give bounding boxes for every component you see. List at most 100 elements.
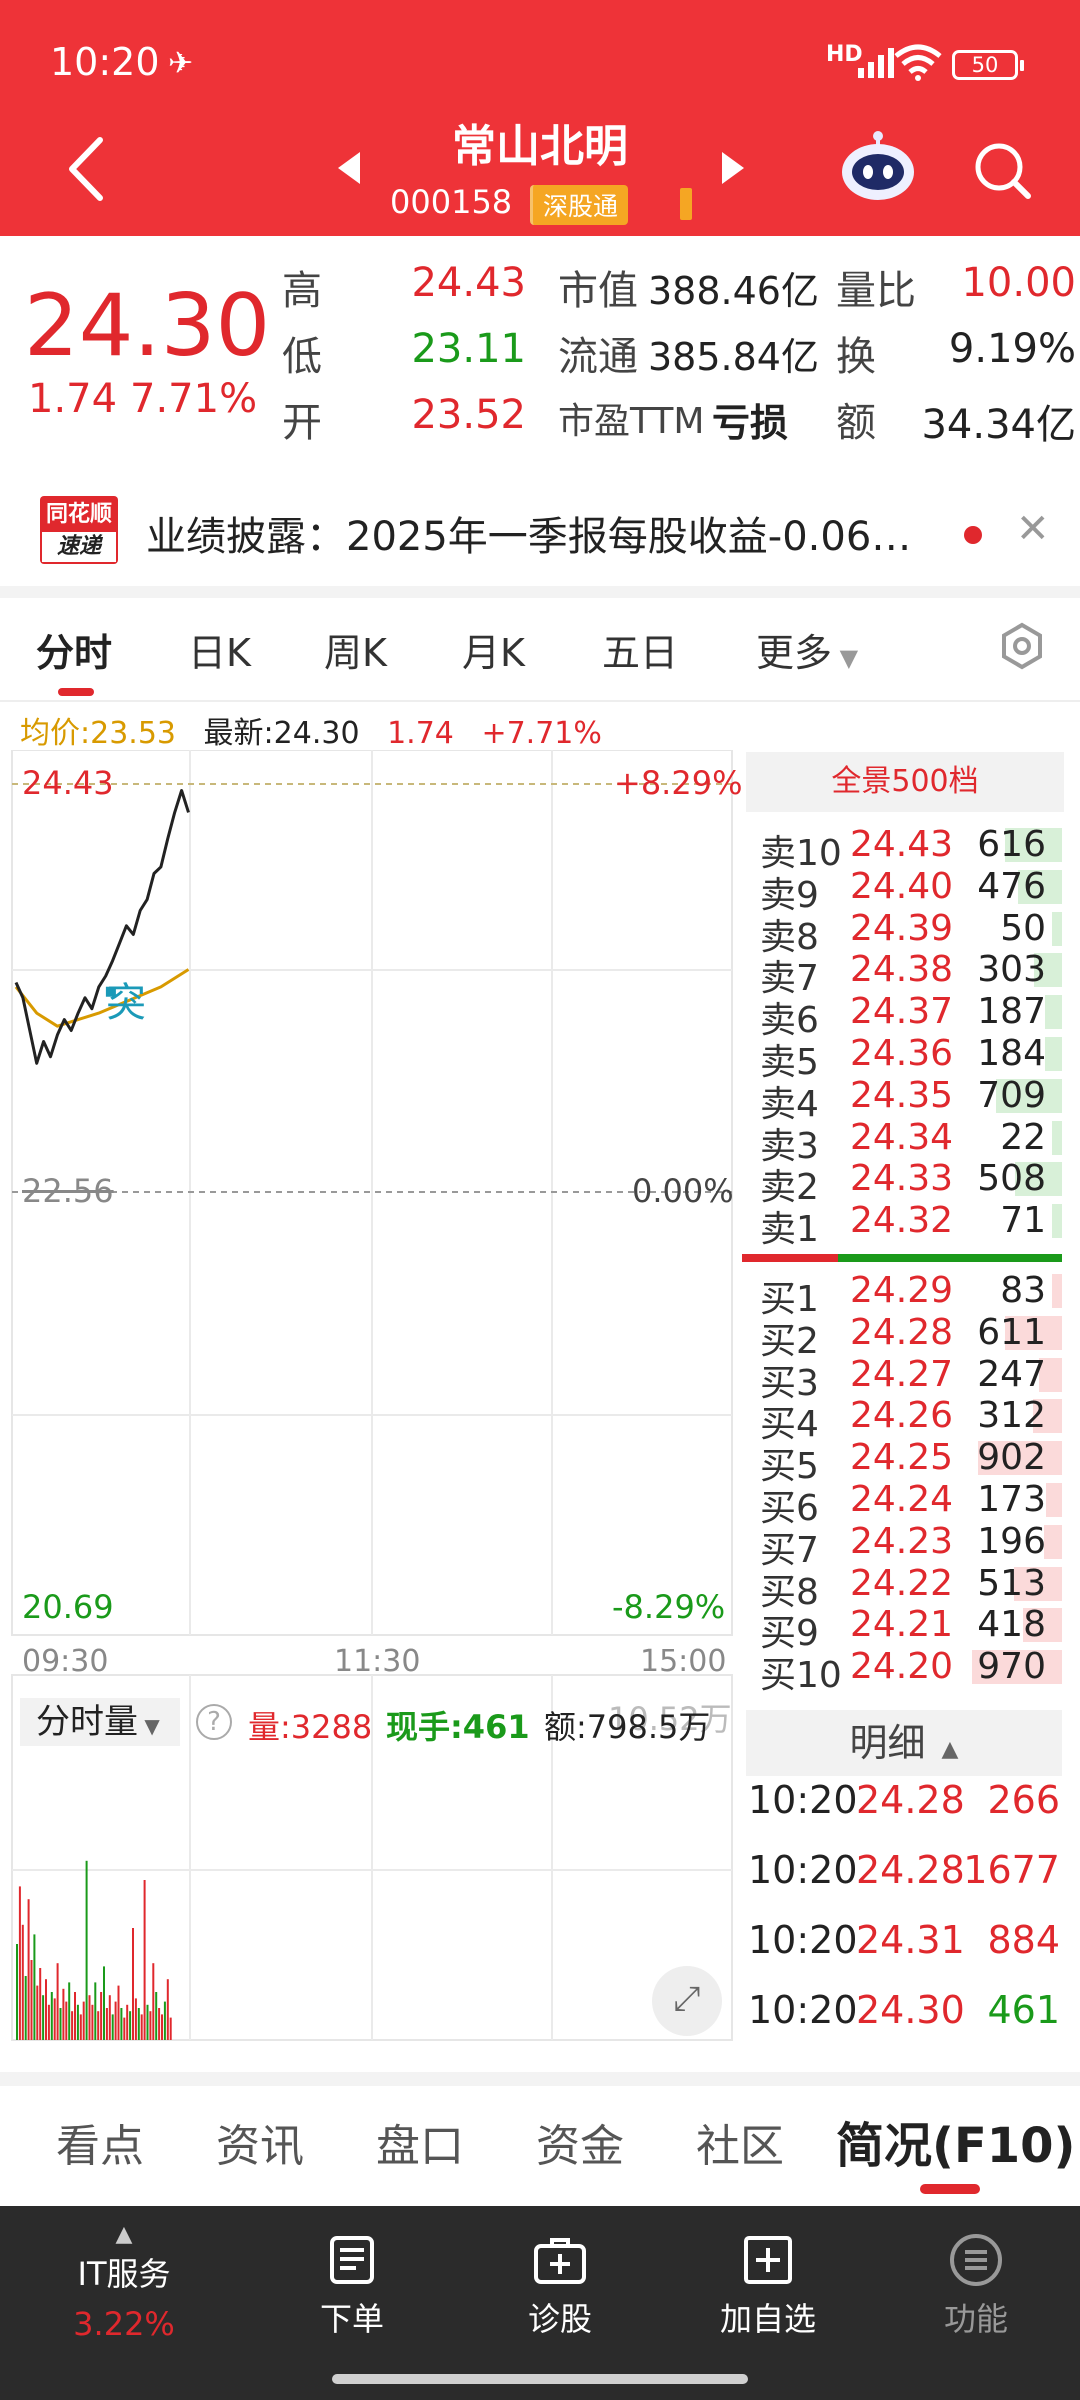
buy-level-1[interactable]: 买1 24.29 83	[742, 1270, 1062, 1320]
tab-weekly-k[interactable]: 周K	[324, 622, 387, 677]
intraday-stats: 均价:23.53 最新:24.30 1.74 +7.71%	[20, 708, 620, 752]
level-price: 24.23	[850, 1520, 954, 1562]
turnover-value: 9.19%	[948, 326, 1076, 372]
level-price: 24.27	[850, 1353, 954, 1395]
sell-level-6[interactable]: 卖5 24.36 184	[742, 1033, 1062, 1083]
sell-level-2[interactable]: 卖9 24.40 476	[742, 866, 1062, 916]
level-price: 24.32	[850, 1200, 954, 1242]
help-icon[interactable]: ?	[196, 1704, 232, 1740]
volume-bar	[47, 2004, 50, 2040]
buy-level-4[interactable]: 买4 24.26 312	[742, 1395, 1062, 1445]
tab-handicap[interactable]: 盘口	[376, 2110, 464, 2174]
settings-icon[interactable]	[998, 622, 1046, 670]
vol-ratio-value: 10.00	[961, 260, 1076, 306]
tab-five-day[interactable]: 五日	[602, 622, 678, 677]
level-price: 24.22	[850, 1562, 954, 1604]
volume-bar	[100, 1992, 103, 2040]
level-price: 24.24	[850, 1479, 954, 1520]
low-value: 23.11	[411, 326, 526, 372]
volume-bar	[126, 2004, 129, 2040]
sell-level-8[interactable]: 卖3 24.34 22	[742, 1117, 1062, 1167]
tab-monthly-k[interactable]: 月K	[462, 622, 525, 677]
depth-bar	[1045, 995, 1062, 1030]
chart-tabs: 分时 日K 周K 月K 五日 更多 ▼	[0, 600, 1080, 696]
level-price: 24.39	[850, 907, 954, 949]
home-indicator[interactable]	[332, 2374, 748, 2384]
buy-level-10[interactable]: 买10 24.20 970	[742, 1646, 1062, 1696]
level-label: 买10	[760, 1655, 842, 1697]
volume-bar	[50, 1992, 53, 2040]
ai-assistant-icon[interactable]	[838, 128, 918, 204]
tab-more[interactable]: 更多 ▼	[756, 622, 858, 677]
sell-level-7[interactable]: 卖4 24.35 709	[742, 1075, 1062, 1125]
buy-level-7[interactable]: 买7 24.23 196	[742, 1520, 1062, 1571]
sell-level-1[interactable]: 卖10 24.43 616	[742, 824, 1062, 874]
sell-level-5[interactable]: 卖6 24.37 187	[742, 991, 1062, 1041]
trade-volume: 266	[987, 1778, 1060, 1822]
volume-bar	[74, 1992, 76, 2040]
tab-intraday[interactable]: 分时	[36, 622, 112, 677]
bottom-action-bar: ▲ IT服务 3.22% 下单 诊股 加自选 功能	[0, 2206, 1080, 2400]
tab-funds[interactable]: 资金	[536, 2110, 624, 2174]
float-value: 385.84亿	[648, 335, 819, 379]
amount-value: 34.34亿	[921, 402, 1076, 448]
order-button[interactable]: 下单	[272, 2232, 432, 2340]
level-price: 24.29	[850, 1270, 954, 1311]
trade-volume: 461	[987, 1988, 1060, 2032]
sell-level-10[interactable]: 卖1 24.32 71	[742, 1200, 1062, 1250]
volume-bar	[45, 1979, 47, 2040]
volume-bar	[21, 1924, 24, 2040]
search-icon[interactable]	[972, 140, 1032, 200]
badge-tail	[680, 188, 692, 220]
intraday-chart[interactable]	[0, 750, 740, 2050]
volume-selector[interactable]: 分时量 ▼	[20, 1698, 180, 1746]
buy-level-8[interactable]: 买8 24.22 513	[742, 1562, 1062, 1613]
level-volume: 173	[977, 1479, 1046, 1520]
volume-bar	[97, 2011, 100, 2040]
y-tick-right-mid: 0.00%	[632, 1172, 734, 1210]
function-button[interactable]: 功能	[896, 2232, 1056, 2340]
volume-bar	[114, 2001, 117, 2040]
tab-daily-k[interactable]: 日K	[188, 622, 251, 677]
add-watchlist-button[interactable]: 加自选	[688, 2232, 848, 2340]
section-tabs: 看点 资讯 盘口 资金 社区 简况(F10)	[0, 2090, 1080, 2190]
sell-level-9[interactable]: 卖2 24.33 508	[742, 1158, 1062, 1208]
sell-level-4[interactable]: 卖7 24.38 303	[742, 949, 1062, 999]
y-tick-right-bottom: -8.29%	[612, 1588, 726, 1626]
notification-icon: ✈	[168, 46, 194, 81]
volume-bar	[120, 2008, 123, 2040]
volume-bar	[24, 1976, 27, 2040]
tab-highlights[interactable]: 看点	[56, 2110, 144, 2174]
sell-level-3[interactable]: 卖8 24.39 50	[742, 907, 1062, 958]
volume-bar	[143, 1880, 146, 2040]
diagnose-button[interactable]: 诊股	[480, 2232, 640, 2340]
volume-bar	[140, 2014, 143, 2040]
close-icon[interactable]: ✕	[1016, 506, 1050, 552]
volume-bar	[129, 2011, 132, 2040]
depth-bar	[1044, 1524, 1062, 1559]
buy-level-5[interactable]: 买5 24.25 902	[742, 1437, 1062, 1487]
volume-bar	[111, 2014, 114, 2040]
buy-level-2[interactable]: 买2 24.28 611	[742, 1312, 1062, 1362]
stock-name: 常山北明	[452, 121, 628, 172]
fullscreen-icon[interactable]: ⤢	[652, 1966, 722, 2036]
order-book-header[interactable]: 全景500档	[746, 752, 1064, 812]
news-banner[interactable]: 同花顺 速递 业绩披露：2025年一季报每股收益-0.06… ✕	[0, 476, 1080, 586]
level-price: 24.20	[850, 1646, 954, 1688]
volume-bar	[88, 1995, 91, 2040]
level-volume: 970	[977, 1646, 1046, 1688]
trade-detail-header[interactable]: 明细 ▲	[746, 1710, 1062, 1776]
divider	[0, 586, 1080, 598]
breakout-marker[interactable]: 突	[106, 970, 146, 1028]
buy-level-9[interactable]: 买9 24.21 418	[742, 1604, 1062, 1654]
depth-bar	[1052, 1204, 1062, 1239]
buy-level-3[interactable]: 买3 24.27 247	[742, 1353, 1062, 1404]
sector-button[interactable]: ▲ IT服务 3.22%	[44, 2222, 204, 2343]
news-text: 业绩披露：2025年一季报每股收益-0.06…	[146, 514, 912, 560]
tab-f10[interactable]: 简况(F10)	[836, 2106, 1075, 2176]
tab-news[interactable]: 资讯	[216, 2110, 304, 2174]
x-tick-noon: 11:30	[334, 1644, 421, 1679]
volume-bar	[123, 2017, 126, 2040]
tab-community[interactable]: 社区	[696, 2110, 784, 2174]
buy-level-6[interactable]: 买6 24.24 173	[742, 1479, 1062, 1529]
